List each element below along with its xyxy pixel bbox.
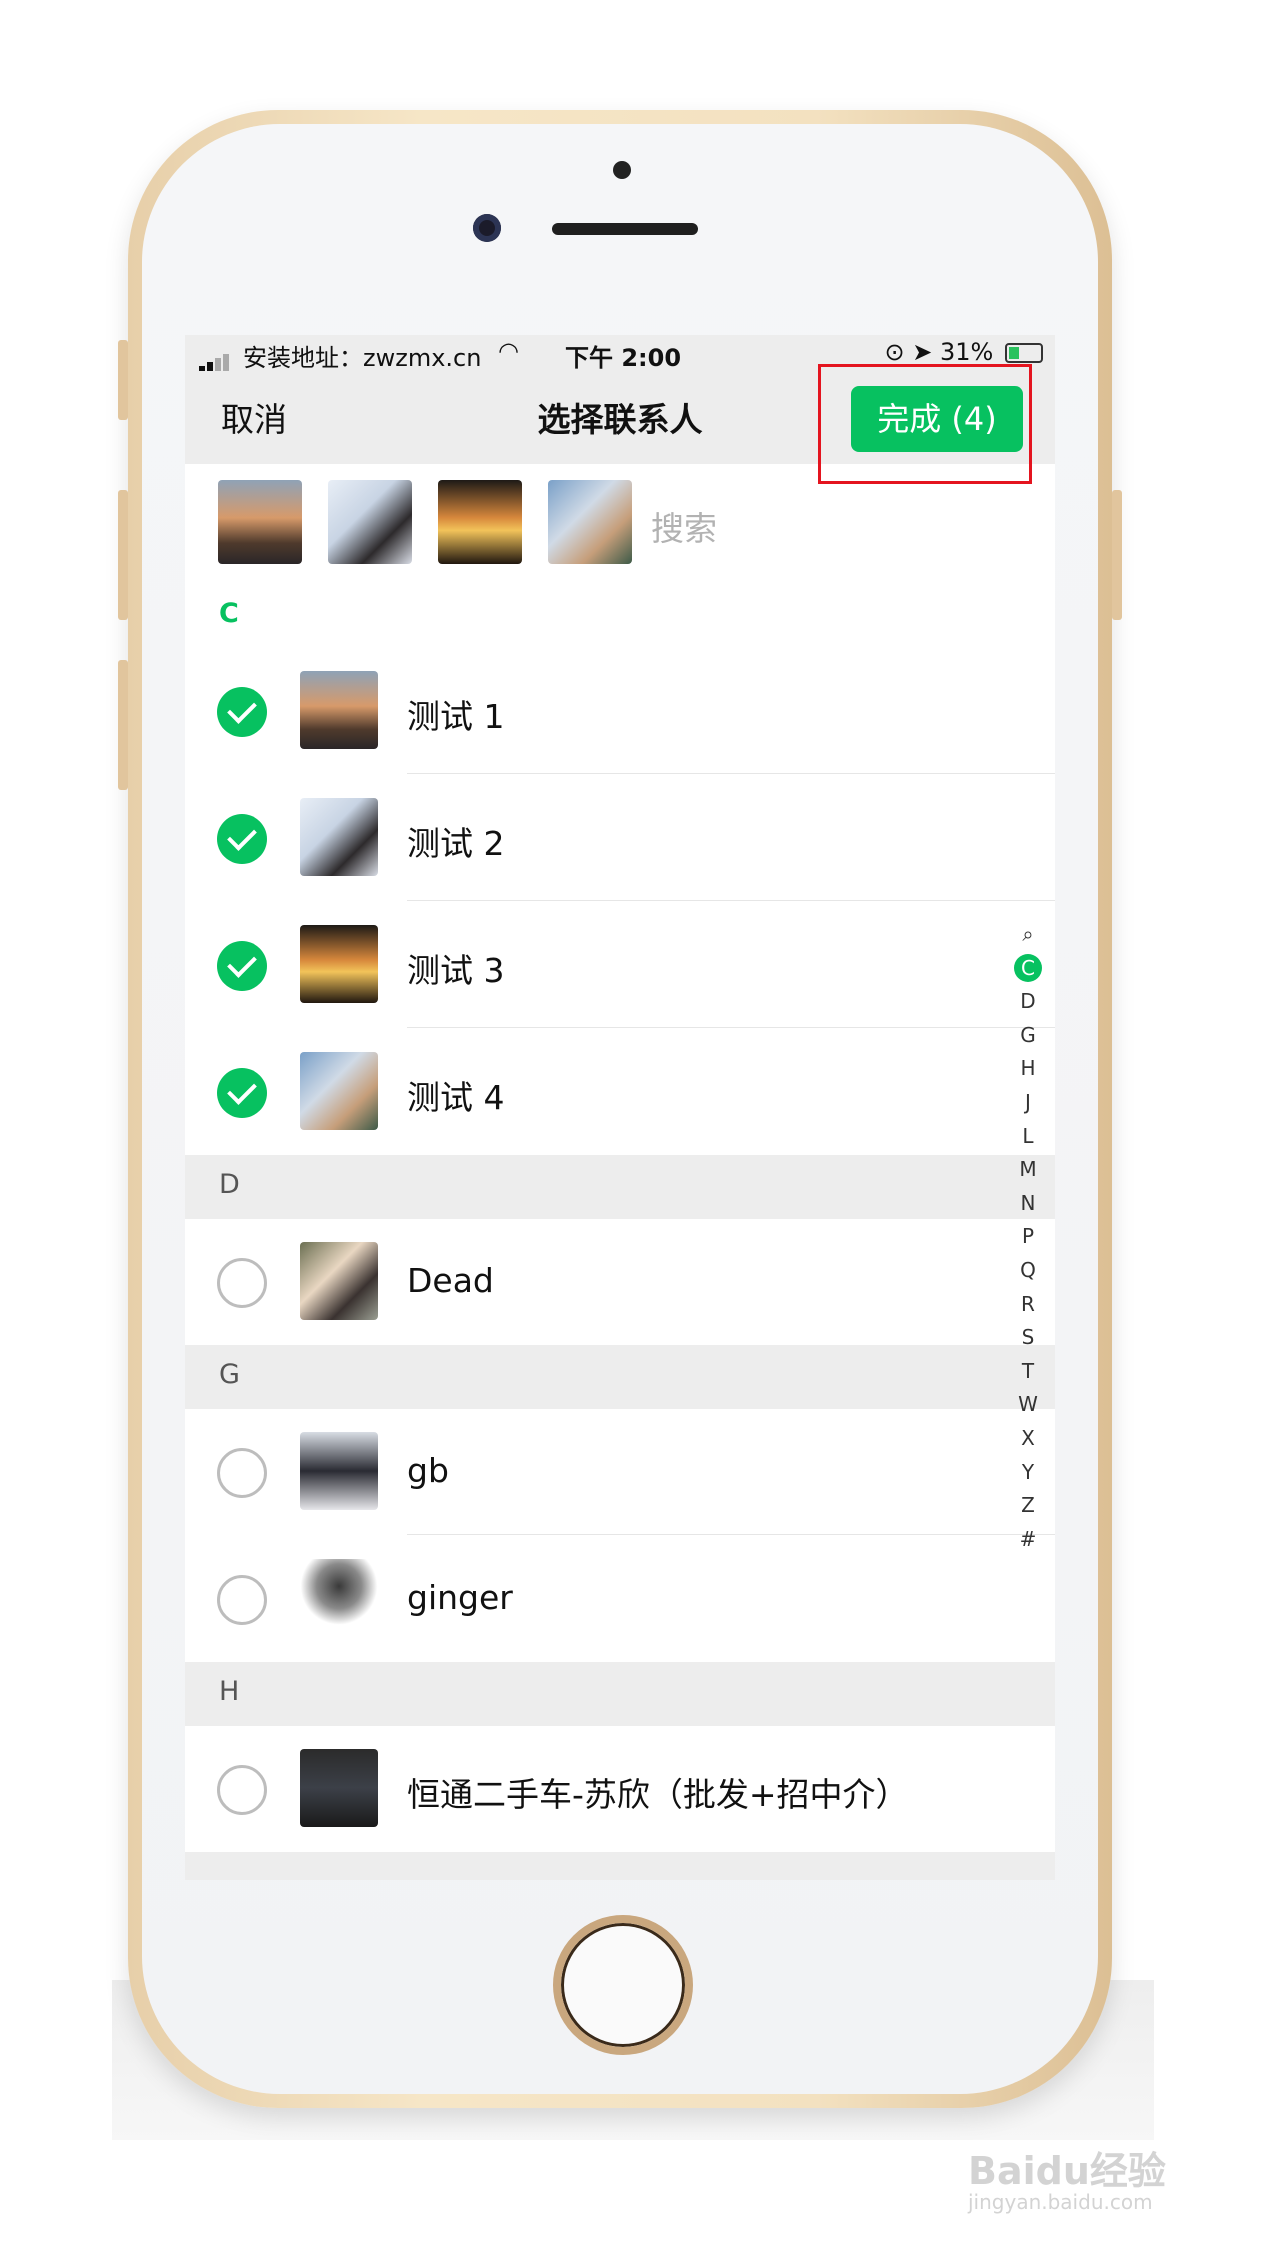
contact-row[interactable]: Dead <box>185 1219 1055 1345</box>
contact-name: 测试 4 <box>407 1078 505 1117</box>
index-letter[interactable]: # <box>1013 1523 1043 1557</box>
avatar <box>300 1559 378 1637</box>
signal-icon <box>199 344 231 372</box>
divider <box>407 900 1055 901</box>
divider <box>407 1027 1055 1028</box>
divider <box>407 1534 1055 1535</box>
index-letter[interactable]: R <box>1013 1288 1043 1322</box>
avatar <box>300 1749 378 1827</box>
highlight-box <box>818 364 1032 484</box>
unchecked-circle-icon[interactable] <box>217 1448 267 1498</box>
divider <box>407 773 1055 774</box>
contact-row[interactable]: 测试 3 <box>185 902 1055 1028</box>
watermark-url: jingyan.baidu.com <box>968 2190 1153 2214</box>
contact-row[interactable]: 恒通二手车-苏欣（批发+招中介） <box>185 1726 1055 1852</box>
contact-row[interactable]: 测试 1 <box>185 648 1055 774</box>
index-letter[interactable]: M <box>1013 1153 1043 1187</box>
proximity-sensor <box>613 161 631 179</box>
index-letter[interactable]: C <box>1013 952 1043 986</box>
index-letter[interactable]: P <box>1013 1220 1043 1254</box>
index-letter[interactable]: W <box>1013 1388 1043 1422</box>
location-icon: ➤ <box>912 338 933 366</box>
index-letter[interactable]: N <box>1013 1187 1043 1221</box>
index-search-icon[interactable]: ⌕ <box>1013 918 1043 952</box>
home-button[interactable] <box>553 1915 693 2055</box>
front-camera <box>473 214 501 242</box>
index-letter[interactable]: L <box>1013 1120 1043 1154</box>
rotation-lock-icon: ⊙ <box>884 338 905 366</box>
contact-row[interactable]: 测试 2 <box>185 775 1055 901</box>
selected-avatar-4[interactable] <box>548 480 632 564</box>
section-header-g: G <box>185 1345 1055 1409</box>
checked-icon[interactable] <box>217 687 267 737</box>
battery-icon <box>1005 343 1043 363</box>
unchecked-circle-icon[interactable] <box>217 1575 267 1625</box>
contact-row[interactable]: gb <box>185 1409 1055 1535</box>
section-letter: G <box>219 1359 240 1390</box>
section-header-h: H <box>185 1662 1055 1726</box>
section-letter: H <box>219 1676 240 1707</box>
checked-icon[interactable] <box>217 941 267 991</box>
section-header-d: D <box>185 1155 1055 1219</box>
avatar <box>300 798 378 876</box>
index-letter[interactable]: X <box>1013 1422 1043 1456</box>
contact-name: 测试 1 <box>407 697 505 736</box>
carrier-text: 安装地址：zwzmx.cn <box>243 344 482 372</box>
index-letter[interactable]: T <box>1013 1355 1043 1389</box>
contact-name: ginger <box>407 1578 513 1617</box>
section-header-c: C <box>185 584 1055 648</box>
selected-avatar-1[interactable] <box>218 480 302 564</box>
battery-percent: 31% <box>940 338 994 366</box>
index-letter[interactable]: Q <box>1013 1254 1043 1288</box>
contact-name: 测试 3 <box>407 951 505 990</box>
unchecked-circle-icon[interactable] <box>217 1258 267 1308</box>
checked-icon[interactable] <box>217 814 267 864</box>
index-letter[interactable]: J <box>1013 1086 1043 1120</box>
avatar <box>300 671 378 749</box>
contact-row[interactable]: ginger <box>185 1536 1055 1662</box>
alphabet-index[interactable]: ⌕ C D G H J L M N P Q R S T W X Y Z # <box>1013 918 1043 1556</box>
contact-name: 测试 2 <box>407 824 505 863</box>
index-letter[interactable]: S <box>1013 1321 1043 1355</box>
watermark-brand: Baidu经验 <box>968 2149 1166 2193</box>
avatar <box>300 1052 378 1130</box>
section-letter: C <box>219 598 239 629</box>
volume-down-button <box>118 660 128 790</box>
wifi-icon: ◠ <box>498 337 519 365</box>
status-time: 下午 2:00 <box>565 344 682 372</box>
unchecked-circle-icon[interactable] <box>217 1765 267 1815</box>
index-letter[interactable]: G <box>1013 1019 1043 1053</box>
index-letter[interactable]: H <box>1013 1052 1043 1086</box>
selected-avatar-3[interactable] <box>438 480 522 564</box>
screen: 安装地址：zwzmx.cn ◠ 下午 2:00 ⊙ ➤ 31% 取消 选择联系人… <box>185 335 1055 1880</box>
volume-up-button <box>118 490 128 620</box>
avatar <box>300 1432 378 1510</box>
index-letter[interactable]: Y <box>1013 1456 1043 1490</box>
selected-avatar-2[interactable] <box>328 480 412 564</box>
contact-name: 恒通二手车-苏欣（批发+招中介） <box>407 1775 909 1814</box>
section-header-next <box>185 1852 1055 1880</box>
contact-name: gb <box>407 1451 449 1490</box>
avatar <box>300 925 378 1003</box>
index-letter[interactable]: Z <box>1013 1489 1043 1523</box>
search-input[interactable]: 搜索 <box>651 502 717 550</box>
contact-row[interactable]: 测试 4 <box>185 1029 1055 1155</box>
mute-switch <box>118 340 128 420</box>
status-right: ⊙ ➤ 31% <box>885 338 1043 366</box>
power-button <box>1112 490 1122 620</box>
contact-name: Dead <box>407 1261 494 1300</box>
avatar <box>300 1242 378 1320</box>
index-letter[interactable]: D <box>1013 985 1043 1019</box>
section-letter: D <box>219 1169 240 1200</box>
checked-icon[interactable] <box>217 1068 267 1118</box>
earpiece-speaker <box>552 223 698 235</box>
